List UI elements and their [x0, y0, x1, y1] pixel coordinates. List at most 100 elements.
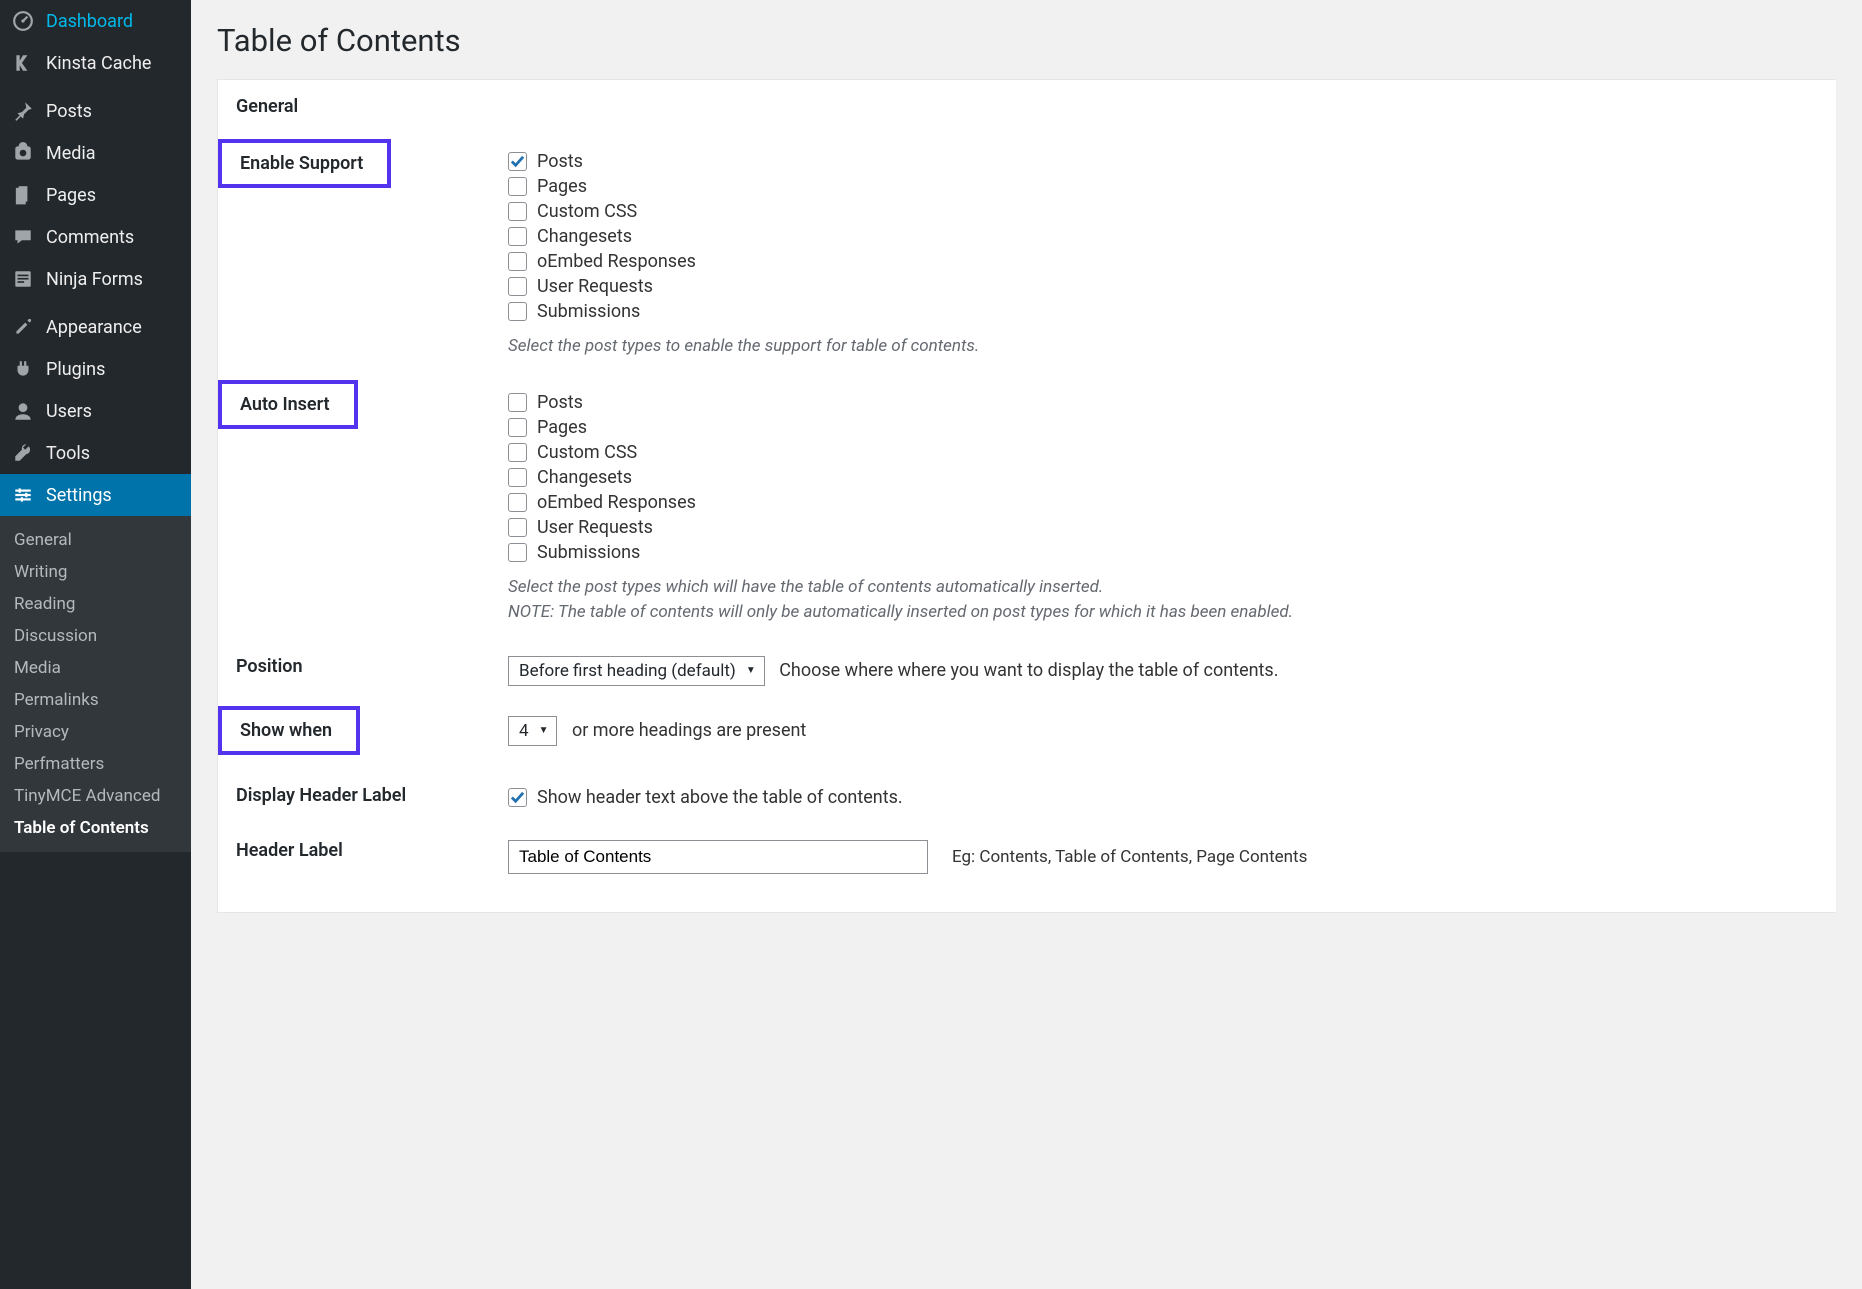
pages-icon: [12, 184, 34, 206]
sidebar-item-label: Media: [46, 143, 96, 164]
enable-support-checkbox-changesets[interactable]: [508, 227, 527, 246]
enable-support-checkbox-pages[interactable]: [508, 177, 527, 196]
sidebar-item-label: Plugins: [46, 359, 105, 380]
enable-support-option-label: Custom CSS: [537, 201, 637, 222]
auto-insert-option-label: Changesets: [537, 467, 632, 488]
users-icon: [12, 400, 34, 422]
page-title: Table of Contents: [217, 22, 1836, 59]
auto-insert-checkbox-submissions[interactable]: [508, 543, 527, 562]
submenu-item-perfmatters[interactable]: Perfmatters: [0, 748, 191, 780]
appearance-icon: [12, 316, 34, 338]
position-select-value: Before first heading (default): [519, 661, 736, 681]
submenu-item-writing[interactable]: Writing: [0, 556, 191, 588]
row-label-enable-support: Enable Support: [218, 139, 391, 188]
auto-insert-option-label: oEmbed Responses: [537, 492, 696, 513]
dashboard-icon: [12, 10, 34, 32]
enable-support-checkbox-oembed-responses[interactable]: [508, 252, 527, 271]
sidebar-item-label: Comments: [46, 227, 134, 248]
auto-insert-checkbox-custom-css[interactable]: [508, 443, 527, 462]
sidebar-item-label: Posts: [46, 101, 92, 122]
auto-insert-checkbox-pages[interactable]: [508, 418, 527, 437]
settings-icon: [12, 484, 34, 506]
submenu-item-tinymce-advanced[interactable]: TinyMCE Advanced: [0, 780, 191, 812]
header-label-example: Eg: Contents, Table of Contents, Page Co…: [928, 847, 1307, 867]
row-label-show-when: Show when: [218, 706, 360, 755]
sidebar-item-posts[interactable]: Posts: [0, 90, 191, 132]
submenu-item-table-of-contents[interactable]: Table of Contents: [0, 812, 191, 844]
enable-support-option-label: User Requests: [537, 276, 653, 297]
sidebar-item-label: Dashboard: [46, 11, 133, 32]
auto-insert-option-label: Pages: [537, 417, 587, 438]
sidebar-item-label: Ninja Forms: [46, 269, 143, 290]
form-icon: [12, 268, 34, 290]
enable-support-option-label: Posts: [537, 151, 583, 172]
desc-enable-support: Select the post types to enable the supp…: [508, 334, 1826, 360]
submenu-item-privacy[interactable]: Privacy: [0, 716, 191, 748]
auto-insert-checkbox-changesets[interactable]: [508, 468, 527, 487]
tools-icon: [12, 442, 34, 464]
display-header-checkbox[interactable]: [508, 788, 527, 807]
sidebar-item-settings[interactable]: Settings: [0, 474, 191, 516]
show-when-select-value: 4: [519, 721, 529, 741]
enable-support-checkbox-submissions[interactable]: [508, 302, 527, 321]
desc-auto-insert: Select the post types which will have th…: [508, 575, 1826, 626]
auto-insert-option-label: Custom CSS: [537, 442, 637, 463]
section-heading-general: General: [218, 80, 1836, 127]
row-label-auto-insert: Auto Insert: [218, 380, 358, 429]
sidebar-item-label: Pages: [46, 185, 96, 206]
enable-support-checkbox-custom-css[interactable]: [508, 202, 527, 221]
show-when-suffix: or more headings are present: [562, 720, 806, 741]
position-select[interactable]: Before first heading (default) ▼: [508, 656, 765, 686]
comments-icon: [12, 226, 34, 248]
sidebar-item-label: Settings: [46, 485, 112, 506]
row-label-display-header: Display Header Label: [236, 785, 406, 806]
auto-insert-checkbox-user-requests[interactable]: [508, 518, 527, 537]
pin-icon: [12, 100, 34, 122]
submenu-item-discussion[interactable]: Discussion: [0, 620, 191, 652]
sidebar-item-users[interactable]: Users: [0, 390, 191, 432]
settings-submenu: GeneralWritingReadingDiscussionMediaPerm…: [0, 516, 191, 852]
display-header-text: Show header text above the table of cont…: [537, 787, 903, 808]
auto-insert-option-label: Submissions: [537, 542, 640, 563]
sidebar-item-label: Users: [46, 401, 92, 422]
auto-insert-option-label: User Requests: [537, 517, 653, 538]
chevron-down-icon: ▼: [746, 665, 756, 676]
enable-support-option-label: Changesets: [537, 226, 632, 247]
row-label-position: Position: [236, 656, 303, 677]
auto-insert-checkbox-oembed-responses[interactable]: [508, 493, 527, 512]
sidebar-item-comments[interactable]: Comments: [0, 216, 191, 258]
media-icon: [12, 142, 34, 164]
enable-support-option-label: Pages: [537, 176, 587, 197]
enable-support-checkbox-posts[interactable]: [508, 152, 527, 171]
kinsta-icon: [12, 52, 34, 74]
submenu-item-reading[interactable]: Reading: [0, 588, 191, 620]
enable-support-option-label: oEmbed Responses: [537, 251, 696, 272]
sidebar-item-label: Appearance: [46, 317, 142, 338]
submenu-item-permalinks[interactable]: Permalinks: [0, 684, 191, 716]
admin-sidebar: Dashboard Kinsta Cache Posts Media Pages Comm…: [0, 0, 191, 1289]
sidebar-item-kinsta-cache[interactable]: Kinsta Cache: [0, 42, 191, 84]
sidebar-item-label: Kinsta Cache: [46, 53, 151, 74]
submenu-item-media[interactable]: Media: [0, 652, 191, 684]
sidebar-item-pages[interactable]: Pages: [0, 174, 191, 216]
sidebar-item-tools[interactable]: Tools: [0, 432, 191, 474]
enable-support-checkbox-user-requests[interactable]: [508, 277, 527, 296]
submenu-item-general[interactable]: General: [0, 524, 191, 556]
sidebar-item-appearance[interactable]: Appearance: [0, 306, 191, 348]
sidebar-item-plugins[interactable]: Plugins: [0, 348, 191, 390]
enable-support-option-label: Submissions: [537, 301, 640, 322]
sidebar-item-media[interactable]: Media: [0, 132, 191, 174]
sidebar-item-dashboard[interactable]: Dashboard: [0, 0, 191, 42]
show-when-select[interactable]: 4 ▼: [508, 716, 557, 746]
main-content: Table of Contents General Enable Support…: [191, 0, 1862, 1289]
sidebar-item-ninja-forms[interactable]: Ninja Forms: [0, 258, 191, 300]
header-label-input[interactable]: [508, 840, 928, 874]
sidebar-item-label: Tools: [46, 443, 90, 464]
settings-panel: General Enable Support Posts Pages Custom …: [217, 79, 1836, 913]
plugins-icon: [12, 358, 34, 380]
chevron-down-icon: ▼: [539, 725, 549, 736]
auto-insert-option-label: Posts: [537, 392, 583, 413]
position-suffix: Choose where where you want to display t…: [769, 660, 1278, 681]
row-label-header-label: Header Label: [236, 840, 343, 861]
auto-insert-checkbox-posts[interactable]: [508, 393, 527, 412]
